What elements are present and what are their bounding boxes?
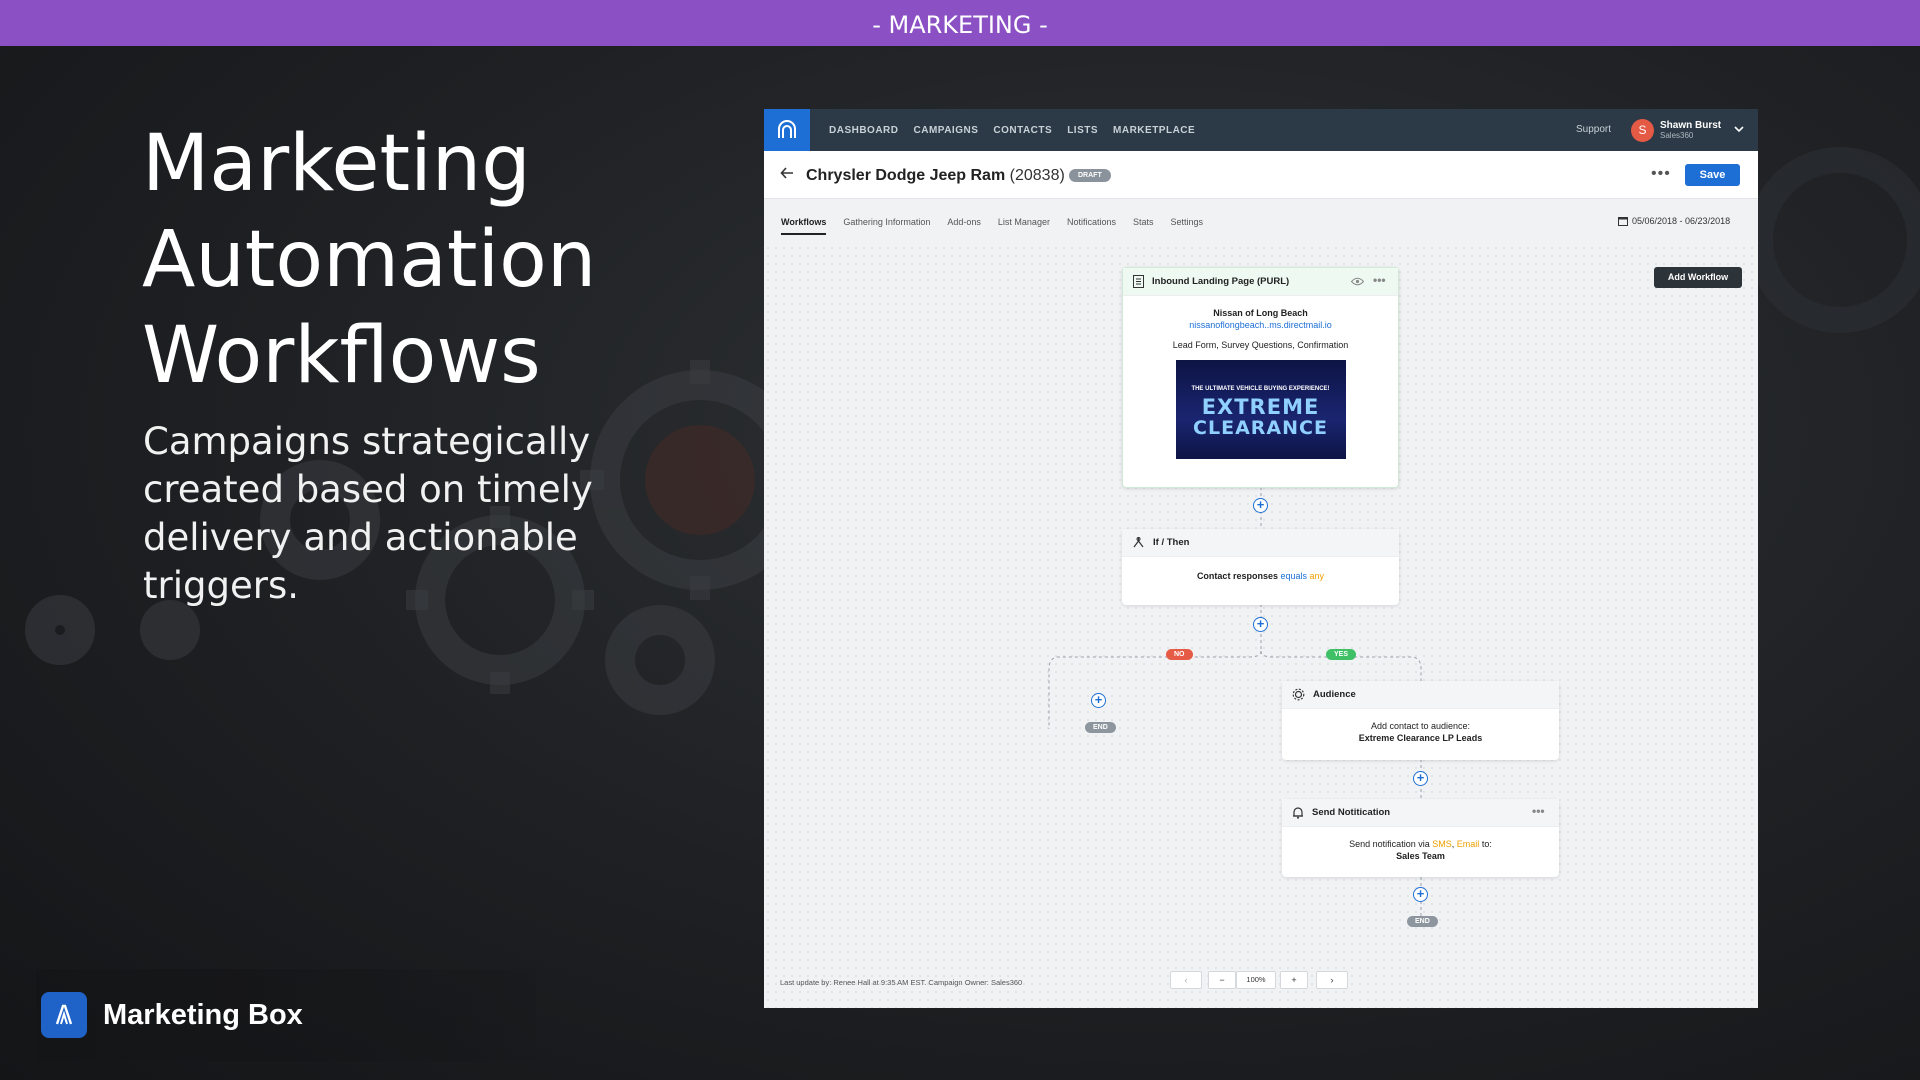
- branch-yes-label: YES: [1326, 649, 1357, 660]
- brand-logo-icon: [41, 992, 87, 1038]
- audience-node[interactable]: Audience Add contact to audience: Extrem…: [1282, 681, 1559, 760]
- channel-separator: ,: [1451, 839, 1455, 849]
- audience-node-header: Audience: [1282, 681, 1559, 709]
- notification-title: Send Notitication: [1312, 807, 1391, 818]
- landing-page-title: Inbound Landing Page (PURL): [1152, 276, 1290, 287]
- add-step-button[interactable]: +: [1413, 887, 1428, 902]
- zoom-level: 100%: [1236, 971, 1276, 989]
- banner-line-2: CLEARANCE: [1193, 417, 1328, 439]
- zoom-in-button[interactable]: +: [1280, 971, 1308, 989]
- landing-page-node-header: Inbound Landing Page (PURL) •••: [1123, 268, 1398, 296]
- brand-name: Marketing Box: [103, 998, 303, 1031]
- end-badge: END: [1407, 916, 1438, 927]
- add-step-button[interactable]: +: [1253, 617, 1268, 632]
- notification-target: Sales Team: [1396, 851, 1445, 861]
- landing-page-thumbnail[interactable]: THE ULTIMATE VEHICLE BUYING EXPERIENCE! …: [1175, 360, 1346, 459]
- slide-subcopy: Campaigns strategically created based on…: [143, 420, 593, 607]
- send-notification-node[interactable]: Send Notitication ••• Send notification …: [1282, 799, 1559, 877]
- headline-line: Workflows: [142, 311, 541, 401]
- landing-page-url[interactable]: nissanoflongbeach..ms.directmail.io: [1123, 320, 1398, 330]
- audience-name: Extreme Clearance LP Leads: [1358, 733, 1483, 743]
- slide-headline: Marketing Automation Workflows: [142, 116, 702, 404]
- node-menu-icon[interactable]: •••: [1373, 273, 1386, 287]
- landing-page-node-body: Nissan of Long Beach nissanoflongbeach..…: [1123, 308, 1398, 459]
- add-step-button[interactable]: +: [1091, 693, 1106, 708]
- headline-line: Marketing: [142, 119, 531, 209]
- slide-header: - MARKETING -: [0, 0, 1920, 46]
- gear-icon: [1292, 688, 1305, 701]
- brand-footer: Marketing Box: [36, 969, 536, 1061]
- landing-page-desc: Lead Form, Survey Questions, Confirmatio…: [1172, 340, 1349, 350]
- if-then-node[interactable]: If / Then Contact responses equals any: [1122, 529, 1399, 605]
- if-then-title: If / Then: [1153, 537, 1190, 548]
- eye-icon[interactable]: [1351, 277, 1364, 286]
- dealer-name: Nissan of Long Beach: [1213, 308, 1308, 318]
- audience-action: Add contact to audience:: [1370, 721, 1471, 731]
- landing-page-node[interactable]: Inbound Landing Page (PURL) ••• Nissan o…: [1122, 267, 1399, 488]
- zoom-out-button[interactable]: −: [1208, 971, 1236, 989]
- branch-no-label: NO: [1166, 649, 1193, 660]
- node-menu-icon[interactable]: •••: [1532, 804, 1545, 818]
- end-badge: END: [1085, 722, 1116, 733]
- audience-title: Audience: [1313, 689, 1356, 700]
- app-screenshot: DASHBOARD CAMPAIGNS CONTACTS LISTS MARKE…: [764, 109, 1758, 1008]
- notification-suffix: to:: [1481, 839, 1492, 849]
- notification-channels: Send notification via SMS, Email to:: [1282, 839, 1559, 849]
- next-button[interactable]: ›: [1316, 971, 1348, 989]
- bell-icon: [1293, 807, 1303, 819]
- channel-email: Email: [1456, 839, 1480, 849]
- condition-operator: equals: [1280, 571, 1308, 581]
- notification-prefix: Send notification via: [1349, 839, 1430, 849]
- condition-field: Contact responses: [1196, 571, 1278, 581]
- branch-icon: [1133, 536, 1144, 547]
- last-update-text: Last update by: Renee Hall at 9:35 AM ES…: [780, 978, 1023, 987]
- add-step-button[interactable]: +: [1253, 498, 1268, 513]
- if-then-condition: Contact responses equals any: [1122, 571, 1399, 581]
- audience-node-body: Add contact to audience: Extreme Clearan…: [1282, 721, 1559, 743]
- if-then-node-header: If / Then: [1122, 529, 1399, 557]
- headline-line: Automation: [142, 215, 597, 305]
- banner-tagline: THE ULTIMATE VEHICLE BUYING EXPERIENCE!: [1191, 386, 1330, 392]
- notification-node-body: Send notification via SMS, Email to: Sal…: [1282, 839, 1559, 861]
- prev-button[interactable]: ‹: [1170, 971, 1202, 989]
- channel-sms: SMS: [1432, 839, 1452, 849]
- add-step-button[interactable]: +: [1413, 771, 1428, 786]
- condition-value: any: [1309, 571, 1325, 581]
- notification-node-header: Send Notitication •••: [1282, 799, 1559, 827]
- banner-line-1: EXTREME: [1201, 395, 1320, 419]
- page-icon: [1133, 275, 1144, 288]
